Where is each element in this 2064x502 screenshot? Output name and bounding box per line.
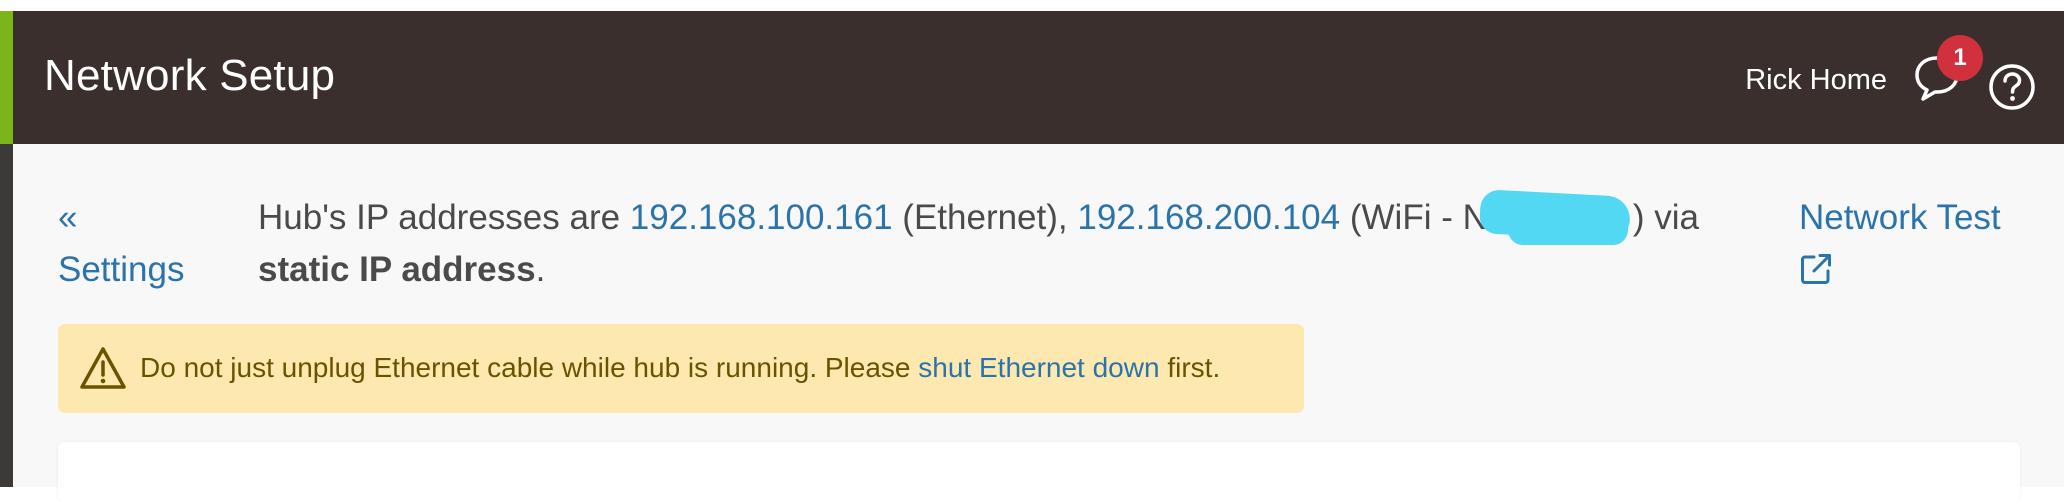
ethernet-ip-link[interactable]: 192.168.100.161 [630,198,893,237]
back-chevron-icon: « [58,198,78,237]
network-test-label: Network Test [1799,198,2001,237]
wifi-ip-link[interactable]: 192.168.200.104 [1077,198,1340,237]
main-content: « Settings Hub's IP addresses are 192.16… [0,144,2064,502]
app-header: Network Setup Rick Home 1 [0,11,2064,144]
ethernet-warning-alert: Do not just unplug Ethernet cable while … [58,324,1304,413]
redacted-ssid [1478,189,1633,245]
app-window: Network Setup Rick Home 1 « Settings Hub… [0,0,2064,502]
header-accent-bar [0,11,13,144]
left-edge-bar [0,144,13,487]
page-title: Network Setup [44,51,336,100]
help-circle-icon [1989,64,2035,110]
top-strip [0,0,2064,11]
notification-badge[interactable]: 1 [1937,35,1983,81]
back-to-settings-link[interactable]: « Settings [58,192,218,296]
network-test-link[interactable]: Network Test [1799,192,2029,286]
external-link-icon [1801,254,1831,284]
alert-text-before: Do not just unplug Ethernet cable while … [140,352,919,383]
user-name[interactable]: Rick Home [1745,64,1887,97]
warning-icon [80,347,126,389]
wifi-suffix: ) via [1632,198,1699,237]
ip-prefix: Hub's IP addresses are [258,198,630,237]
ip-method: static IP address [258,250,536,289]
shut-ethernet-down-link[interactable]: shut Ethernet down [918,352,1159,383]
alert-text-after: first. [1159,352,1221,383]
back-link-label: Settings [58,250,185,289]
ip-address-info: Hub's IP addresses are 192.168.100.161 (… [258,189,1758,296]
help-button[interactable] [1988,63,2036,111]
ethernet-suffix: (Ethernet), [892,198,1078,237]
wifi-prefix: (WiFi - N [1340,198,1488,237]
alert-message: Do not just unplug Ethernet cable while … [140,350,1220,386]
ip-period: . [535,250,546,289]
content-card [58,442,2020,502]
